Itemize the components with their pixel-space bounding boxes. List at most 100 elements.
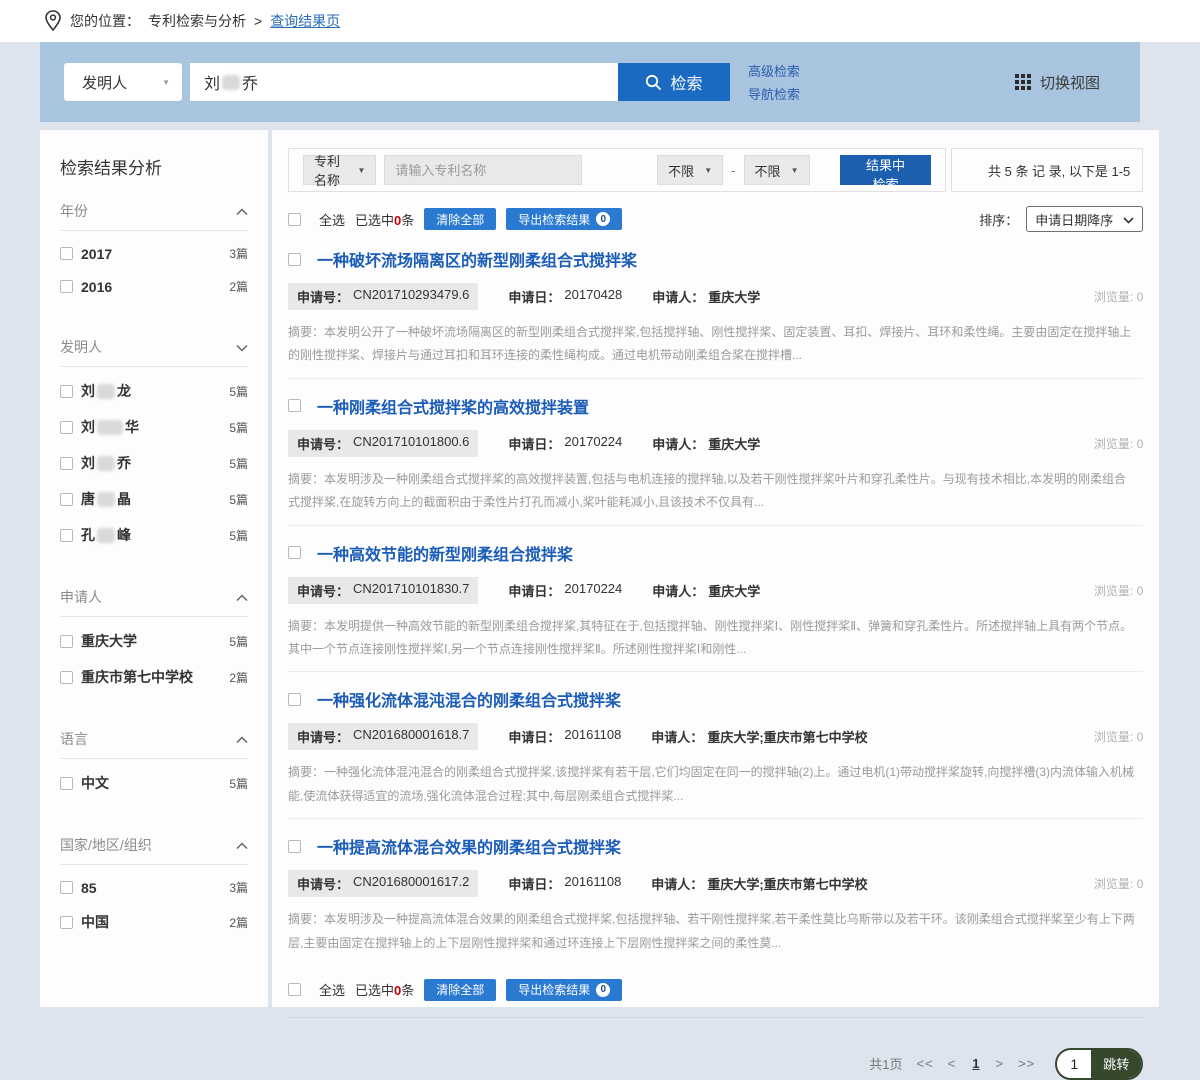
export-count-badge: 0	[596, 212, 610, 226]
result-checkbox[interactable]	[288, 253, 301, 266]
clear-all-button[interactable]: 清除全部	[424, 208, 496, 230]
select-all-checkbox[interactable]	[288, 213, 301, 226]
sidebar-section-language: 语言 中文 5篇	[60, 729, 248, 801]
filter-item-85[interactable]: 85 3篇	[60, 871, 248, 904]
filter-item-inventor-5[interactable]: 孔峰 5篇	[60, 517, 248, 553]
applicant: 申请人：重庆大学	[652, 581, 760, 600]
section-label: 申请人	[60, 587, 102, 607]
sort-select[interactable]: 申请日期降序	[1026, 206, 1143, 232]
first-page-button[interactable]: <<	[916, 1056, 933, 1071]
nav-search-link[interactable]: 导航检索	[748, 84, 800, 103]
breadcrumb-separator: >	[254, 13, 262, 29]
chevron-up-icon	[236, 838, 248, 853]
filter-item-2017[interactable]: 2017 3篇	[60, 237, 248, 270]
result-title-link[interactable]: 一种刚柔组合式搅拌桨的高效搅拌装置	[317, 394, 589, 418]
view-count: 浏览量: 0	[1094, 875, 1143, 892]
filter-item-inventor-4[interactable]: 唐晶 5篇	[60, 481, 248, 517]
sort-area: 排序： 申请日期降序	[979, 206, 1143, 232]
filter-item-chinese[interactable]: 中文 5篇	[60, 765, 248, 801]
refine-field-value: 专利名称	[314, 151, 347, 189]
sidebar-section-language-header[interactable]: 语言	[60, 729, 248, 759]
application-date: 申请日：20170224	[508, 434, 622, 453]
checkbox[interactable]	[60, 493, 73, 506]
checkbox[interactable]	[60, 777, 73, 790]
select-all-label[interactable]: 全选	[319, 980, 345, 999]
refine-field-select[interactable]: 专利名称 ▼	[303, 155, 376, 185]
jump-page-input[interactable]: 1	[1057, 1050, 1091, 1078]
sort-value: 申请日期降序	[1035, 210, 1113, 229]
checkbox[interactable]	[60, 671, 73, 684]
advanced-search-link[interactable]: 高级检索	[748, 61, 800, 80]
sort-label: 排序：	[979, 210, 1018, 229]
result-checkbox[interactable]	[288, 546, 301, 559]
checkbox[interactable]	[60, 280, 73, 293]
redacted-text	[97, 420, 123, 435]
applicant: 申请人：重庆大学	[652, 287, 760, 306]
filter-item-inventor-2[interactable]: 刘华 5篇	[60, 409, 248, 445]
chevron-down-icon: ▼	[357, 166, 365, 175]
result-checkbox[interactable]	[288, 840, 301, 853]
results-toolbar-bottom: 全选 已选中0条 清除全部 导出检索结果 0	[288, 965, 1143, 1018]
patent-name-input[interactable]	[384, 155, 582, 185]
select-all-label[interactable]: 全选	[319, 210, 345, 229]
filter-item-count: 3篇	[229, 245, 248, 262]
result-item-3: 一种高效节能的新型刚柔组合搅拌桨 申请号：CN201710101830.7 申请…	[288, 526, 1143, 673]
filter-item-label: 中文	[81, 773, 109, 793]
record-summary: 共 5 条 记 录, 以下是 1-5	[951, 148, 1143, 192]
result-title-link[interactable]: 一种高效节能的新型刚柔组合搅拌桨	[317, 541, 573, 565]
switch-view-button[interactable]: 切换视图	[1015, 72, 1100, 93]
chevron-down-icon: ▼	[704, 166, 712, 175]
filter-item-applicant-1[interactable]: 重庆大学 5篇	[60, 623, 248, 659]
search-field-value: 发明人	[82, 72, 127, 93]
sidebar-section-country-header[interactable]: 国家/地区/组织	[60, 835, 248, 865]
checkbox[interactable]	[60, 881, 73, 894]
sidebar-section-inventor-header[interactable]: 发明人	[60, 337, 248, 367]
result-checkbox[interactable]	[288, 399, 301, 412]
filter-item-applicant-2[interactable]: 重庆市第七中学校 2篇	[60, 659, 248, 695]
result-checkbox[interactable]	[288, 693, 301, 706]
checkbox[interactable]	[60, 421, 73, 434]
select-all-checkbox[interactable]	[288, 983, 301, 996]
checkbox[interactable]	[60, 529, 73, 542]
export-results-label: 导出检索结果	[518, 211, 590, 228]
checkbox[interactable]	[60, 635, 73, 648]
search-links: 高级检索 导航检索	[748, 61, 800, 103]
result-title-link[interactable]: 一种强化流体混沌混合的刚柔组合式搅拌桨	[317, 687, 621, 711]
result-abstract: 摘要：一种强化流体混沌混合的刚柔组合式搅拌桨,该搅拌桨有若干层,它们均固定在同一…	[288, 761, 1143, 808]
checkbox[interactable]	[60, 457, 73, 470]
range-to-select[interactable]: 不限 ▼	[744, 155, 810, 185]
clear-all-button[interactable]: 清除全部	[424, 979, 496, 1001]
checkbox[interactable]	[60, 916, 73, 929]
redacted-text	[97, 384, 115, 399]
jump-button[interactable]: 跳转	[1091, 1050, 1141, 1078]
range-from-select[interactable]: 不限 ▼	[657, 155, 723, 185]
search-button[interactable]: 检索	[618, 63, 730, 101]
filter-item-inventor-1[interactable]: 刘龙 5篇	[60, 373, 248, 409]
search-field-select[interactable]: 发明人 ▼	[64, 63, 182, 101]
checkbox[interactable]	[60, 385, 73, 398]
filter-item-inventor-3[interactable]: 刘乔 5篇	[60, 445, 248, 481]
section-label: 发明人	[60, 337, 102, 357]
application-date: 申请日：20161108	[508, 727, 621, 746]
search-button-label: 检索	[670, 70, 702, 94]
next-page-button[interactable]: >	[996, 1056, 1005, 1071]
sidebar-section-applicant-header[interactable]: 申请人	[60, 587, 248, 617]
filter-item-china[interactable]: 中国 2篇	[60, 904, 248, 940]
result-title-link[interactable]: 一种提高流体混合效果的刚柔组合式搅拌桨	[317, 834, 621, 858]
filter-item-2016[interactable]: 2016 2篇	[60, 270, 248, 303]
last-page-button[interactable]: >>	[1018, 1056, 1035, 1071]
search-query-suf: 乔	[242, 70, 258, 94]
search-query-input[interactable]: 刘 乔	[190, 63, 618, 101]
export-results-button[interactable]: 导出检索结果 0	[506, 208, 622, 230]
redacted-text	[97, 528, 115, 543]
sidebar-section-year-header[interactable]: 年份	[60, 201, 248, 231]
filter-item-count: 5篇	[229, 633, 248, 650]
redacted-text	[97, 492, 115, 507]
result-title-link[interactable]: 一种破坏流场隔离区的新型刚柔组合式搅拌桨	[317, 247, 637, 271]
search-in-results-button[interactable]: 结果中检索	[840, 155, 932, 185]
export-results-button[interactable]: 导出检索结果 0	[506, 979, 622, 1001]
breadcrumb-current-link[interactable]: 查询结果页	[270, 11, 340, 31]
checkbox[interactable]	[60, 247, 73, 260]
pagination: 共1页 << < 1 > >> 1 跳转	[288, 1048, 1143, 1080]
prev-page-button[interactable]: <	[948, 1056, 957, 1071]
